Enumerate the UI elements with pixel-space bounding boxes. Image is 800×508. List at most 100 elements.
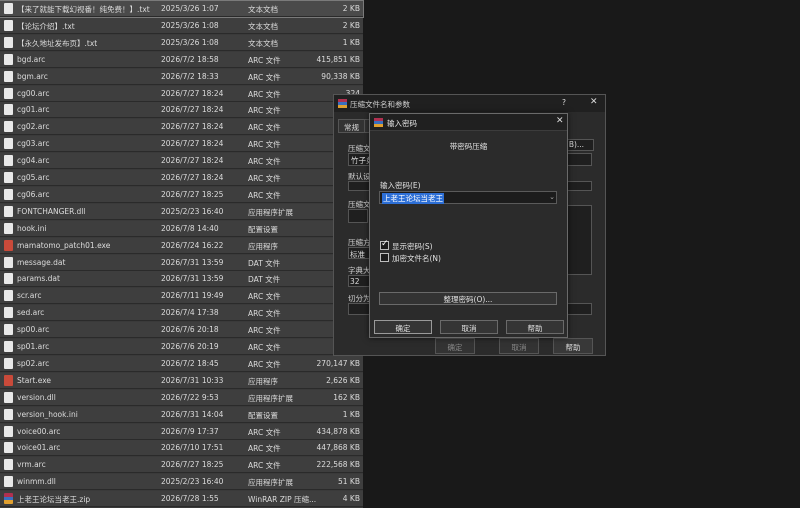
file-row[interactable]: sed.arc2026/7/4 17:38ARC 文件9 [0, 305, 363, 322]
file-icon [4, 155, 13, 167]
encrypt-names-label: 加密文件名(N) [392, 254, 441, 263]
file-size: 1 KB [342, 37, 360, 47]
file-row[interactable]: sp01.arc2026/7/6 20:19ARC 文件31 [0, 339, 363, 355]
tab-general[interactable]: 常规 [338, 119, 365, 133]
password-input[interactable]: 上老王论坛当老王 ⌄ [379, 191, 557, 204]
file-icon [4, 290, 13, 302]
file-row[interactable]: version_hook.ini 2026/7/31 14:04 配置设置 1 KB [0, 406, 363, 423]
file-icon [4, 104, 13, 116]
file-name: hook.ini [17, 223, 47, 233]
help-icon[interactable]: ? [562, 98, 566, 107]
archive-ok-button[interactable]: 确定 [435, 338, 475, 354]
file-name: voice01.arc [17, 443, 61, 453]
exe-icon [4, 374, 13, 386]
file-name: sed.arc [17, 308, 45, 318]
file-icon [4, 19, 13, 31]
file-row[interactable]: voice00.arc 2026/7/9 17:37 ARC 文件 434,878 K… [0, 423, 363, 440]
dictionary-size-select[interactable]: 32 [348, 275, 370, 287]
chevron-down-icon[interactable]: ⌄ [547, 193, 557, 201]
file-size: 2 KB [342, 20, 360, 30]
file-list[interactable]: 【来了就能下载幻视番！纯免费！】.txt 2025/3/26 1:07 文本文档 2 … [0, 0, 364, 508]
file-row[interactable]: bgd.arc 2026/7/2 18:58 ARC 文件 415,851 KB [0, 51, 363, 68]
file-name: 【永久地址发布页】.txt [17, 38, 98, 48]
file-row[interactable]: cg03.arc2026/7/27 18:24ARC 文件29 [0, 136, 363, 153]
file-name: 【论坛介绍】.txt [17, 21, 75, 31]
file-date: 2025/3/26 1:08 [161, 37, 219, 47]
file-date: 2026/7/31 14:04 [161, 409, 224, 419]
close-icon[interactable]: ✕ [556, 116, 564, 126]
file-icon [4, 138, 13, 150]
file-name: sp01.arc [17, 342, 50, 351]
file-row[interactable]: sp02.arc 2026/7/2 18:45 ARC 文件 270,147 KB [0, 355, 363, 372]
file-row[interactable]: winmm.dll 2025/2/23 16:40 应用程序扩展 51 KB [0, 474, 363, 491]
file-row[interactable]: version.dll 2026/7/22 9:53 应用程序扩展 162 KB [0, 389, 363, 406]
file-size: 434,878 KB [316, 426, 360, 436]
show-password-checkbox[interactable]: 显示密码(S) [380, 239, 500, 252]
password-cancel-button[interactable]: 取消 [440, 320, 498, 334]
password-ok-button[interactable]: 确定 [374, 320, 432, 334]
organize-passwords-button[interactable]: 整理密码(O)... [379, 292, 557, 305]
password-help-button[interactable]: 帮助 [506, 320, 564, 334]
file-date: 2026/7/28 1:55 [161, 494, 219, 504]
file-date: 2026/7/10 17:51 [161, 443, 224, 453]
file-icon [4, 307, 13, 319]
file-name: bgm.arc [17, 71, 48, 81]
file-row[interactable]: scr.arc2026/7/11 19:49ARC 文件3 [0, 288, 363, 305]
file-row[interactable]: message.dat 2026/7/31 13:59 DAT 文件 [0, 254, 363, 271]
file-icon [4, 222, 13, 234]
show-password-box[interactable] [380, 239, 389, 250]
file-row[interactable]: cg02.arc2026/7/27 18:24ARC 文件321 [0, 119, 363, 136]
archive-cancel-button[interactable]: 取消 [499, 338, 539, 354]
file-size: 1 KB [342, 409, 360, 419]
file-name: version_hook.ini [17, 409, 78, 419]
file-date: 2026/7/6 20:18 [161, 325, 219, 335]
file-icon [4, 172, 13, 183]
show-password-label: 显示密码(S) [392, 242, 433, 251]
file-type: DAT 文件 [248, 275, 281, 285]
file-size: 4 KB [342, 494, 360, 504]
file-date: 2025/2/23 16:40 [161, 206, 224, 216]
file-date: 2026/7/4 17:38 [161, 308, 219, 318]
file-row[interactable]: 【来了就能下载幻视番！纯免费！】.txt 2025/3/26 1:07 文本文档 2 … [0, 0, 364, 18]
file-row[interactable]: cg00.arc 2026/7/27 18:24 ARC 文件 324 [0, 85, 363, 102]
password-dialog: 输入密码 ✕ 带密码压缩 输入密码(E) 上老王论坛当老王 ⌄ 显示密码(S) … [369, 113, 568, 338]
file-row[interactable]: hook.ini 2026/7/8 14:40 配置设置 [0, 220, 363, 237]
file-row[interactable]: cg06.arc2026/7/27 18:25ARC 文件30 [0, 186, 363, 203]
file-icon [4, 121, 13, 133]
archive-help-button[interactable]: 帮助 [553, 338, 593, 354]
file-date: 2026/7/11 19:49 [161, 291, 224, 301]
encrypt-names-box[interactable] [380, 253, 389, 262]
file-date: 2026/7/31 13:59 [161, 274, 224, 284]
file-row[interactable]: cg04.arc2026/7/27 18:24ARC 文件22 [0, 153, 363, 170]
file-size: 162 KB [333, 392, 360, 402]
file-row[interactable]: FONTCHANGER.dll 2025/2/23 16:40 应用程序扩展 [0, 203, 363, 220]
file-row[interactable]: 上老王论坛当老王.zip 2026/7/28 1:55 WinRAR ZIP 压缩.… [0, 491, 363, 508]
file-date: 2026/7/24 16:22 [161, 240, 224, 250]
file-date: 2026/7/27 18:24 [161, 88, 224, 98]
file-row[interactable]: cg05.arc2026/7/27 18:24ARC 文件31 [0, 170, 363, 186]
file-date: 2025/3/26 1:08 [161, 20, 219, 30]
file-size: 2 KB [342, 4, 360, 13]
file-row[interactable]: vrm.arc 2026/7/27 18:25 ARC 文件 222,568 KB [0, 457, 363, 474]
file-type: DAT 文件 [248, 258, 281, 268]
file-row[interactable]: Start.exe 2026/7/31 10:33 应用程序 2,626 KB [0, 372, 363, 389]
file-icon [4, 391, 13, 403]
file-row[interactable]: sp00.arc2026/7/6 20:18ARC 文件6 [0, 322, 363, 339]
file-type: 配置设置 [248, 224, 278, 234]
file-row[interactable]: 【论坛介绍】.txt 2025/3/26 1:08 文本文档 2 KB [0, 17, 363, 34]
encrypt-names-checkbox[interactable]: 加密文件名(N) [380, 253, 500, 264]
file-name: sp00.arc [17, 325, 50, 335]
file-row[interactable]: cg01.arc2026/7/27 18:24ARC 文件321 [0, 102, 363, 119]
file-row[interactable]: voice01.arc 2026/7/10 17:51 ARC 文件 447,868 … [0, 440, 363, 457]
file-icon [4, 53, 13, 65]
file-icon [4, 476, 13, 488]
format-radio-group[interactable] [348, 209, 368, 223]
file-size: 90,338 KB [321, 71, 360, 81]
compression-method-select[interactable]: 标准 [348, 247, 370, 259]
file-row[interactable]: 【永久地址发布页】.txt 2025/3/26 1:08 文本文档 1 KB [0, 34, 363, 51]
close-icon[interactable]: ✕ [590, 97, 598, 107]
file-date: 2026/7/27 18:24 [161, 139, 224, 149]
file-row[interactable]: params.dat 2026/7/31 13:59 DAT 文件 [0, 271, 363, 288]
file-row[interactable]: bgm.arc 2026/7/2 18:33 ARC 文件 90,338 KB [0, 68, 363, 85]
file-row[interactable]: mamatomo_patch01.exe2026/7/24 16:22应用程序3… [0, 237, 363, 254]
